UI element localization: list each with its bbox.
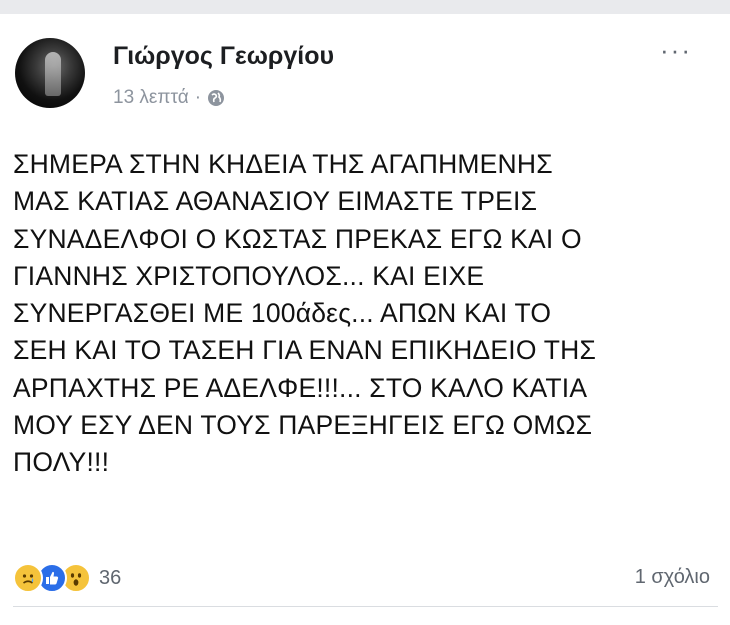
- page-background-strip: [0, 0, 730, 14]
- avatar-figure: [45, 52, 61, 96]
- post-body-line: ΣΥΝΑΔΕΛΦΟΙ Ο ΚΩΣΤΑΣ ΠΡΕΚΑΣ ΕΓΩ ΚΑΙ Ο: [13, 223, 582, 254]
- reactions-summary[interactable]: 36: [13, 563, 121, 593]
- reaction-count[interactable]: 36: [99, 567, 121, 590]
- post-body-line: ΓΙΑΝΝΗΣ ΧΡΙΣΤΟΠΟΥΛΟΣ... ΚΑΙ ΕΙΧΕ: [13, 260, 485, 291]
- meta-separator: ·: [194, 87, 202, 108]
- post-body-line: ΠΟΛΥ!!!: [13, 447, 110, 478]
- post-timestamp[interactable]: 13 λεπτά: [113, 87, 189, 109]
- post-body-line: ΑΡΠΑΧΤΗΣ ΡΕ ΑΔΕΛΦΕ!!!... ΣΤΟ ΚΑΛΟ ΚΑΤΙΑ: [13, 372, 588, 403]
- comments-count-link[interactable]: 1 σχόλιο: [635, 566, 710, 589]
- more-options-icon[interactable]: ···: [660, 37, 692, 63]
- footer-divider: [13, 606, 718, 607]
- author-name[interactable]: Γιώργος Γεωργίου: [113, 42, 334, 71]
- sad-reaction-icon: [13, 563, 43, 593]
- post-meta: 13 λεπτά ·: [113, 87, 225, 109]
- post-body-line: ΣΥΝΕΡΓΑΣΘΕΙ ΜΕ 100άδες... ΑΠΩΝ ΚΑΙ ΤΟ: [13, 298, 552, 329]
- avatar[interactable]: [15, 38, 85, 108]
- post-body-line: ΣΗΜΕΡΑ ΣΤΗΝ ΚΗΔΕΙΑ ΤΗΣ ΑΓΑΠΗΜΕΝΗΣ: [13, 149, 553, 179]
- post-body-line: ΜΑΣ ΚΑΤΙΑΣ ΑΘΑΝΑΣΙΟΥ ΕΙΜΑΣΤΕ ΤΡΕΙΣ: [13, 186, 538, 217]
- post-body-line: ΣΕΗ ΚΑΙ ΤΟ ΤΑΣΕΗ ΓΙΑ ΕΝΑΝ ΕΠΙΚΗΔΕΙΟ ΤΗΣ: [13, 335, 597, 366]
- post-body: ΣΗΜΕΡΑ ΣΤΗΝ ΚΗΔΕΙΑ ΤΗΣ ΑΓΑΠΗΜΕΝΗΣ ΜΑΣ ΚΑ…: [13, 146, 718, 482]
- globe-icon[interactable]: [207, 89, 225, 107]
- post-body-line: ΜΟΥ ΕΣΥ ΔΕΝ ΤΟΥΣ ΠΑΡΕΞΗΓΕΙΣ ΕΓΩ ΟΜΩΣ: [13, 410, 593, 441]
